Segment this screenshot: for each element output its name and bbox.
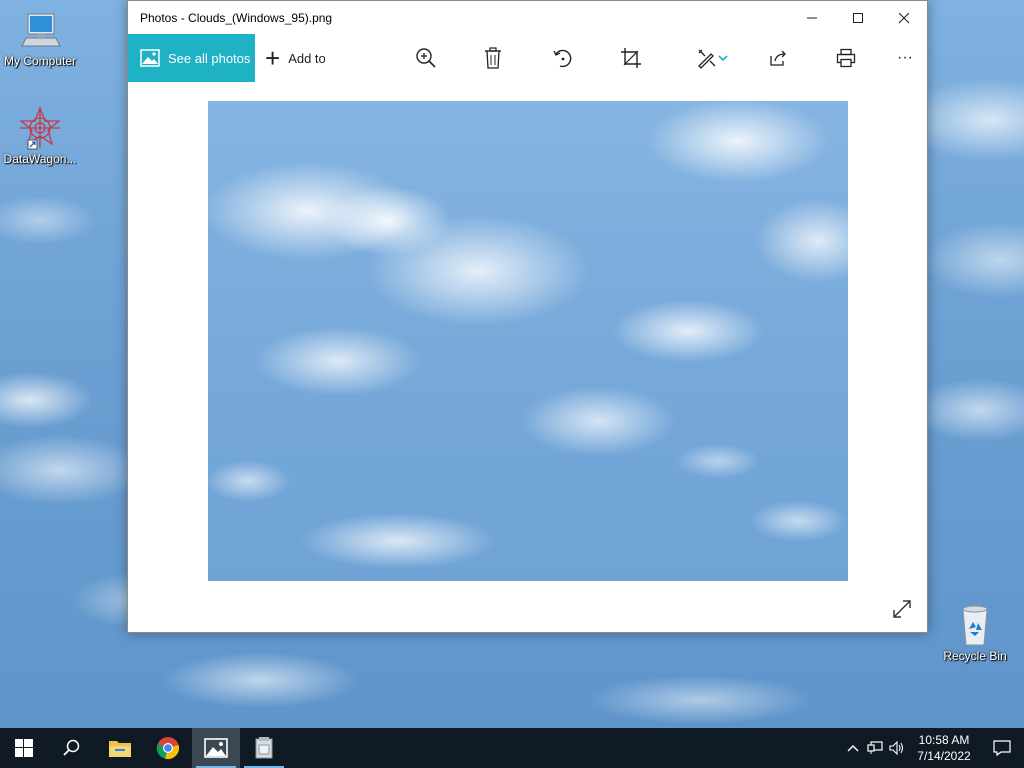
speaker-icon xyxy=(889,741,904,755)
desktop-icon-datawagon[interactable]: DataWagon... xyxy=(0,106,80,166)
system-tray: 10:58 AM 7/14/2022 xyxy=(842,728,1024,768)
show-hidden-icons-button[interactable] xyxy=(842,728,864,768)
photos-icon xyxy=(140,49,160,67)
network-button[interactable] xyxy=(864,728,886,768)
chevron-up-icon xyxy=(847,745,859,752)
trash-icon xyxy=(485,47,501,69)
windows-logo-icon xyxy=(15,739,33,757)
desktop-icon-recycle-bin[interactable]: Recycle Bin xyxy=(935,603,1015,663)
desktop-icon-my-computer[interactable]: My Computer xyxy=(0,8,80,68)
toolbar: See all photos + Add to ··· xyxy=(128,34,927,82)
clock-date: 7/14/2022 xyxy=(917,749,971,763)
printer-icon xyxy=(836,48,856,68)
maximize-button[interactable] xyxy=(835,1,881,34)
desktop-icon-label: DataWagon... xyxy=(3,152,77,166)
clock[interactable]: 10:58 AM 7/14/2022 xyxy=(908,732,980,764)
see-all-photos-label: See all photos xyxy=(168,50,251,66)
action-center-button[interactable] xyxy=(980,728,1024,768)
minimize-icon xyxy=(807,17,817,18)
taskbar-chrome[interactable] xyxy=(144,728,192,768)
add-to-label: Add to xyxy=(288,50,326,66)
delete-button[interactable] xyxy=(480,46,506,70)
maximize-icon xyxy=(853,12,863,23)
taskbar: 10:58 AM 7/14/2022 xyxy=(0,728,1024,768)
datawagon-icon xyxy=(18,106,62,150)
search-button[interactable] xyxy=(48,728,96,768)
desktop: My Computer DataWagon... Recycle Bin Pho… xyxy=(0,0,1024,728)
close-button[interactable] xyxy=(881,1,927,34)
full-screen-button[interactable] xyxy=(891,598,913,620)
rotate-button[interactable] xyxy=(550,46,576,70)
title-bar[interactable]: Photos - Clouds_(Windows_95).png xyxy=(128,1,927,34)
computer-icon xyxy=(18,8,62,52)
chrome-icon xyxy=(156,737,179,759)
network-icon xyxy=(867,741,883,754)
plus-icon: + xyxy=(265,43,281,73)
share-icon xyxy=(770,50,786,66)
more-options-button[interactable]: ··· xyxy=(892,46,918,70)
desktop-icon-label: My Computer xyxy=(3,54,77,68)
notification-icon xyxy=(993,740,1011,756)
taskbar-app[interactable] xyxy=(240,728,288,768)
share-button[interactable] xyxy=(765,46,791,70)
expand-icon xyxy=(893,600,911,618)
rotate-icon xyxy=(553,49,572,68)
crop-button[interactable] xyxy=(618,46,644,70)
minimize-button[interactable] xyxy=(789,1,835,34)
folder-icon xyxy=(109,741,131,757)
crop-icon xyxy=(621,48,641,68)
chevron-down-icon xyxy=(718,55,728,62)
taskbar-photos[interactable] xyxy=(192,728,240,768)
clock-time: 10:58 AM xyxy=(918,733,970,747)
search-icon xyxy=(63,739,80,756)
photos-icon xyxy=(204,738,228,758)
photos-window: Photos - Clouds_(Windows_95).png See all… xyxy=(127,0,928,633)
zoom-button[interactable] xyxy=(413,46,439,70)
zoom-in-icon xyxy=(416,48,436,68)
taskbar-file-explorer[interactable] xyxy=(96,728,144,768)
more-icon: ··· xyxy=(897,49,913,66)
installer-icon xyxy=(255,737,273,759)
desktop-icon-label: Recycle Bin xyxy=(943,649,1007,663)
print-button[interactable] xyxy=(833,46,859,70)
see-all-photos-button[interactable]: See all photos xyxy=(128,34,255,82)
recycle-bin-icon xyxy=(953,603,997,647)
volume-button[interactable] xyxy=(886,728,908,768)
close-icon xyxy=(898,12,910,23)
edit-create-icon xyxy=(698,49,716,69)
photo-image[interactable] xyxy=(208,101,848,581)
edit-create-button[interactable] xyxy=(690,46,734,70)
start-button[interactable] xyxy=(0,728,48,768)
window-title: Photos - Clouds_(Windows_95).png xyxy=(140,10,333,25)
add-to-button[interactable]: + Add to xyxy=(265,43,326,73)
